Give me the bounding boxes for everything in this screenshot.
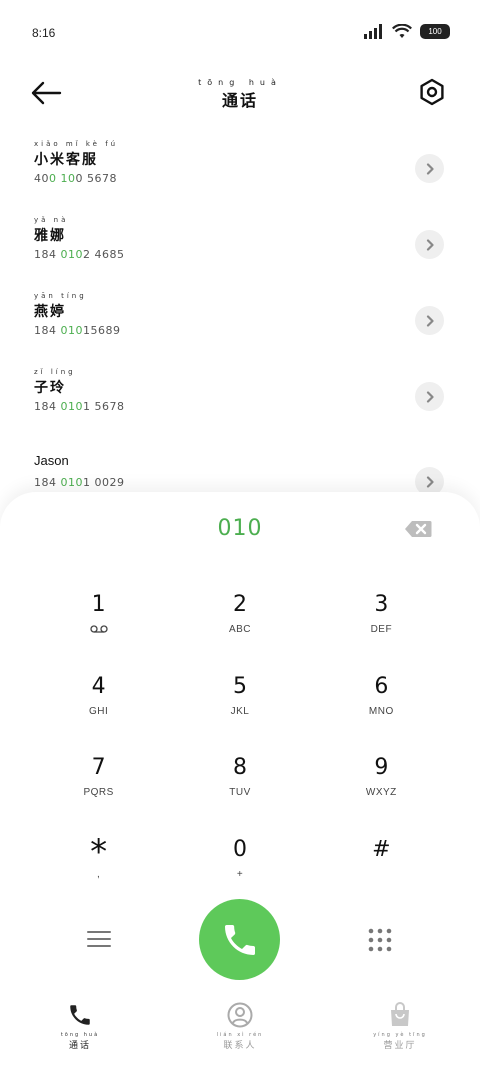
contact-name: 子玲 bbox=[34, 380, 66, 396]
key-1[interactable]: 1 bbox=[28, 588, 169, 670]
voicemail-icon bbox=[90, 624, 108, 638]
dialer-actions bbox=[0, 898, 480, 980]
key-2[interactable]: 2 ABC bbox=[169, 588, 310, 670]
contact-item[interactable]: zǐ líng 子玲 184 0101 5678 bbox=[0, 368, 480, 444]
contact-name-pinyin: yǎ nà bbox=[34, 216, 69, 224]
key-digit: 1 bbox=[91, 592, 106, 617]
settings-button[interactable] bbox=[418, 78, 448, 108]
battery-indicator: 100 bbox=[420, 24, 450, 39]
key-letters: PQRS bbox=[83, 787, 114, 798]
page-title-text: 通话 bbox=[221, 91, 258, 110]
key-9[interactable]: 9 WXYZ bbox=[311, 751, 452, 833]
menu-button[interactable] bbox=[86, 929, 112, 949]
chevron-right-icon bbox=[426, 390, 434, 403]
wifi-icon bbox=[392, 24, 412, 38]
contact-number: 184 0101 0029 bbox=[34, 476, 125, 489]
key-4[interactable]: 4 GHI bbox=[28, 670, 169, 752]
keypad-toggle-button[interactable] bbox=[367, 927, 393, 953]
bottom-nav: tōng huà 通话 lián xì rén 联系人 yíng yè tīng… bbox=[0, 990, 480, 1067]
contact-name: 雅娜 bbox=[34, 228, 66, 244]
phone-icon bbox=[70, 1005, 90, 1025]
menu-icon bbox=[87, 931, 111, 947]
page-title: tōng huà 通话 bbox=[0, 78, 480, 111]
key-letters: DEF bbox=[370, 624, 393, 635]
key-digit: 2 bbox=[232, 592, 247, 617]
chevron-right-icon bbox=[426, 475, 434, 488]
contact-number: 400 100 5678 bbox=[34, 172, 117, 185]
tab-label: 联系人 bbox=[223, 1041, 257, 1051]
key-letters: JKL bbox=[230, 705, 250, 717]
status-bar: 8:16 100 bbox=[0, 0, 480, 66]
contact-detail-button[interactable] bbox=[415, 230, 444, 259]
contact-name: 小米客服 bbox=[34, 152, 98, 168]
gear-icon bbox=[420, 78, 444, 106]
tab-label: 营业厅 bbox=[383, 1041, 417, 1051]
signal-icon bbox=[364, 24, 382, 39]
shop-bag-icon bbox=[391, 1002, 409, 1026]
key-digit: * bbox=[90, 831, 108, 872]
contact-item[interactable]: yān tíng 燕婷 184 01015689 bbox=[0, 292, 480, 368]
key-letters: MNO bbox=[368, 705, 394, 717]
key-digit: 0 bbox=[232, 836, 247, 862]
contact-number: 184 01015689 bbox=[34, 324, 121, 337]
tab-store[interactable]: yíng yè tīng 营业厅 bbox=[320, 990, 480, 1067]
contact-name-pinyin: zǐ líng bbox=[34, 368, 76, 376]
header: tōng huà 通话 bbox=[0, 70, 480, 120]
chevron-right-icon bbox=[426, 314, 434, 327]
key-digit: 9 bbox=[374, 755, 389, 780]
key-digit: 4 bbox=[91, 673, 106, 699]
key-letters: TUV bbox=[229, 787, 251, 798]
dialer-panel: 010 1 2 ABC 3 DEF 4 GHI 5 JKL 6 MNO 7 PQ… bbox=[0, 492, 480, 1067]
status-icons: 100 bbox=[364, 24, 450, 39]
phone-icon bbox=[224, 924, 255, 955]
tab-calls[interactable]: tōng huà 通话 bbox=[0, 990, 160, 1067]
dialpad-icon bbox=[368, 928, 392, 952]
key-letters: , bbox=[97, 868, 101, 880]
chevron-right-icon bbox=[426, 238, 434, 251]
contact-name: Jason bbox=[34, 453, 69, 468]
call-button[interactable] bbox=[199, 899, 280, 980]
key-7[interactable]: 7 PQRS bbox=[28, 751, 169, 833]
contact-name-pinyin: yān tíng bbox=[34, 292, 87, 300]
tab-label: 通话 bbox=[68, 1041, 91, 1051]
keypad: 1 2 ABC 3 DEF 4 GHI 5 JKL 6 MNO 7 PQRS 8… bbox=[28, 588, 452, 914]
contact-number: 184 0102 4685 bbox=[34, 248, 125, 261]
key-digit: 8 bbox=[232, 755, 247, 780]
contact-detail-button[interactable] bbox=[415, 382, 444, 411]
key-letters: WXYZ bbox=[365, 787, 397, 798]
contact-number: 184 0101 5678 bbox=[34, 400, 125, 413]
status-time: 8:16 bbox=[32, 26, 56, 40]
backspace-button[interactable] bbox=[404, 520, 432, 540]
key-digit: # bbox=[372, 836, 391, 862]
contact-name: 燕婷 bbox=[34, 304, 66, 320]
backspace-icon bbox=[405, 521, 432, 537]
key-digit: 7 bbox=[91, 755, 106, 780]
contact-detail-button[interactable] bbox=[415, 306, 444, 335]
contact-list: xiǎo mǐ kè fú 小米客服 400 100 5678 yǎ nà 雅娜… bbox=[0, 140, 480, 529]
key-3[interactable]: 3 DEF bbox=[311, 588, 452, 670]
contact-name-pinyin: xiǎo mǐ kè fú bbox=[34, 140, 119, 148]
tab-contacts[interactable]: lián xì rén 联系人 bbox=[160, 990, 320, 1067]
chevron-right-icon bbox=[426, 162, 434, 175]
key-digit: 6 bbox=[374, 673, 389, 699]
key-letters: ABC bbox=[228, 624, 252, 635]
key-5[interactable]: 5 JKL bbox=[169, 670, 310, 752]
key-8[interactable]: 8 TUV bbox=[169, 751, 310, 833]
contacts-icon bbox=[227, 1002, 253, 1028]
key-letters: + bbox=[236, 868, 244, 880]
key-letters: GHI bbox=[89, 705, 109, 717]
contact-item[interactable]: xiǎo mǐ kè fú 小米客服 400 100 5678 bbox=[0, 140, 480, 216]
contact-item[interactable]: yǎ nà 雅娜 184 0102 4685 bbox=[0, 216, 480, 292]
key-digit: 5 bbox=[232, 673, 247, 699]
contact-detail-button[interactable] bbox=[415, 154, 444, 183]
key-6[interactable]: 6 MNO bbox=[311, 670, 452, 752]
key-digit: 3 bbox=[374, 592, 389, 617]
page-title-pinyin: tōng huà bbox=[198, 78, 282, 87]
